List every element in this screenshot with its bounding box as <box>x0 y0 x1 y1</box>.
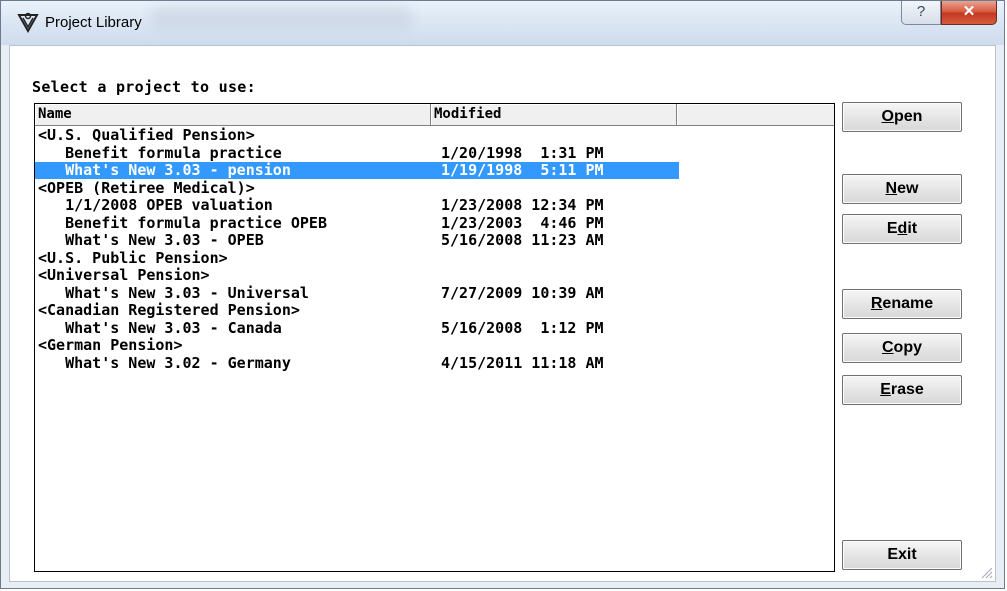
column-header-modified[interactable]: Modified <box>431 104 677 126</box>
row-modified: 1/23/2003 4:46 PM <box>441 213 604 232</box>
row-name: <OPEB (Retiree Medical)> <box>38 178 255 197</box>
copy-label: opy <box>893 339 922 356</box>
row-name: <Universal Pension> <box>38 266 210 284</box>
open-mnemonic: O <box>881 108 894 125</box>
new-label: ew <box>897 180 919 197</box>
open-button[interactable]: Open <box>842 102 962 132</box>
row-modified: 7/27/2009 10:39 AM <box>441 283 604 302</box>
column-header-name[interactable]: Name <box>35 104 431 126</box>
prompt-label: Select a project to use: <box>32 78 256 96</box>
row-name: Benefit formula practice <box>38 143 282 162</box>
new-button[interactable]: New <box>842 174 962 204</box>
row-name: Benefit formula practice OPEB <box>38 213 327 232</box>
row-name: <German Pension> <box>38 336 183 354</box>
dialog-client-area: Select a project to use: Name Modified <… <box>9 45 996 582</box>
project-list[interactable]: Name Modified <U.S. Qualified Pension> B… <box>34 103 835 572</box>
project-library-window: Project Library ? ✕ Select a project to … <box>0 0 1005 589</box>
list-header: Name Modified <box>35 104 834 126</box>
row-modified: 4/15/2011 11:18 AM <box>441 353 604 372</box>
row-modified: 1/23/2008 12:34 PM <box>441 196 604 214</box>
row-name: <Canadian Registered Pension> <box>38 301 300 319</box>
edit-mnemonic: d <box>897 220 908 237</box>
close-button[interactable]: ✕ <box>941 1 997 25</box>
rename-mnemonic: R <box>870 295 883 312</box>
window-title: Project Library <box>45 14 142 31</box>
row-name: What's New 3.02 - Germany <box>38 353 291 372</box>
copy-button[interactable]: Copy <box>842 333 962 363</box>
copy-mnemonic: C <box>881 339 894 356</box>
rename-button[interactable]: Rename <box>842 289 962 319</box>
new-mnemonic: N <box>885 180 898 197</box>
exit-button[interactable]: Exit <box>842 540 962 570</box>
row-name: What's New 3.03 - pension <box>38 161 291 179</box>
row-modified: 1/19/1998 5:11 PM <box>441 161 604 179</box>
edit-button[interactable]: Edit <box>842 214 962 244</box>
edit-label-pre: E <box>886 220 898 237</box>
row-modified: 5/16/2008 11:23 AM <box>441 231 604 249</box>
row-name: 1/1/2008 OPEB valuation <box>38 196 273 214</box>
row-modified: 1/20/1998 1:31 PM <box>441 143 604 162</box>
row-name: What's New 3.03 - Universal <box>38 283 309 302</box>
erase-button[interactable]: Erase <box>842 375 962 405</box>
title-bar[interactable]: Project Library ? ✕ <box>1 1 1004 45</box>
resize-grip-icon[interactable] <box>979 565 993 579</box>
row-name: <U.S. Public Pension> <box>38 248 228 267</box>
row-name: What's New 3.03 - Canada <box>38 318 282 337</box>
row-name: <U.S. Qualified Pension> <box>38 126 255 144</box>
edit-label: it <box>907 220 918 237</box>
row-name: What's New 3.03 - OPEB <box>38 231 264 249</box>
open-label: pen <box>894 108 923 125</box>
project-row[interactable]: What's New 3.03 - pension 1/19/1998 5:11 … <box>35 162 679 179</box>
erase-label: rase <box>890 381 924 398</box>
app-icon <box>17 12 39 33</box>
help-button[interactable]: ? <box>901 1 941 25</box>
column-header-empty[interactable] <box>677 104 834 126</box>
erase-mnemonic: E <box>880 381 891 398</box>
rename-label: ename <box>882 295 934 312</box>
row-modified: 5/16/2008 1:12 PM <box>441 318 604 337</box>
